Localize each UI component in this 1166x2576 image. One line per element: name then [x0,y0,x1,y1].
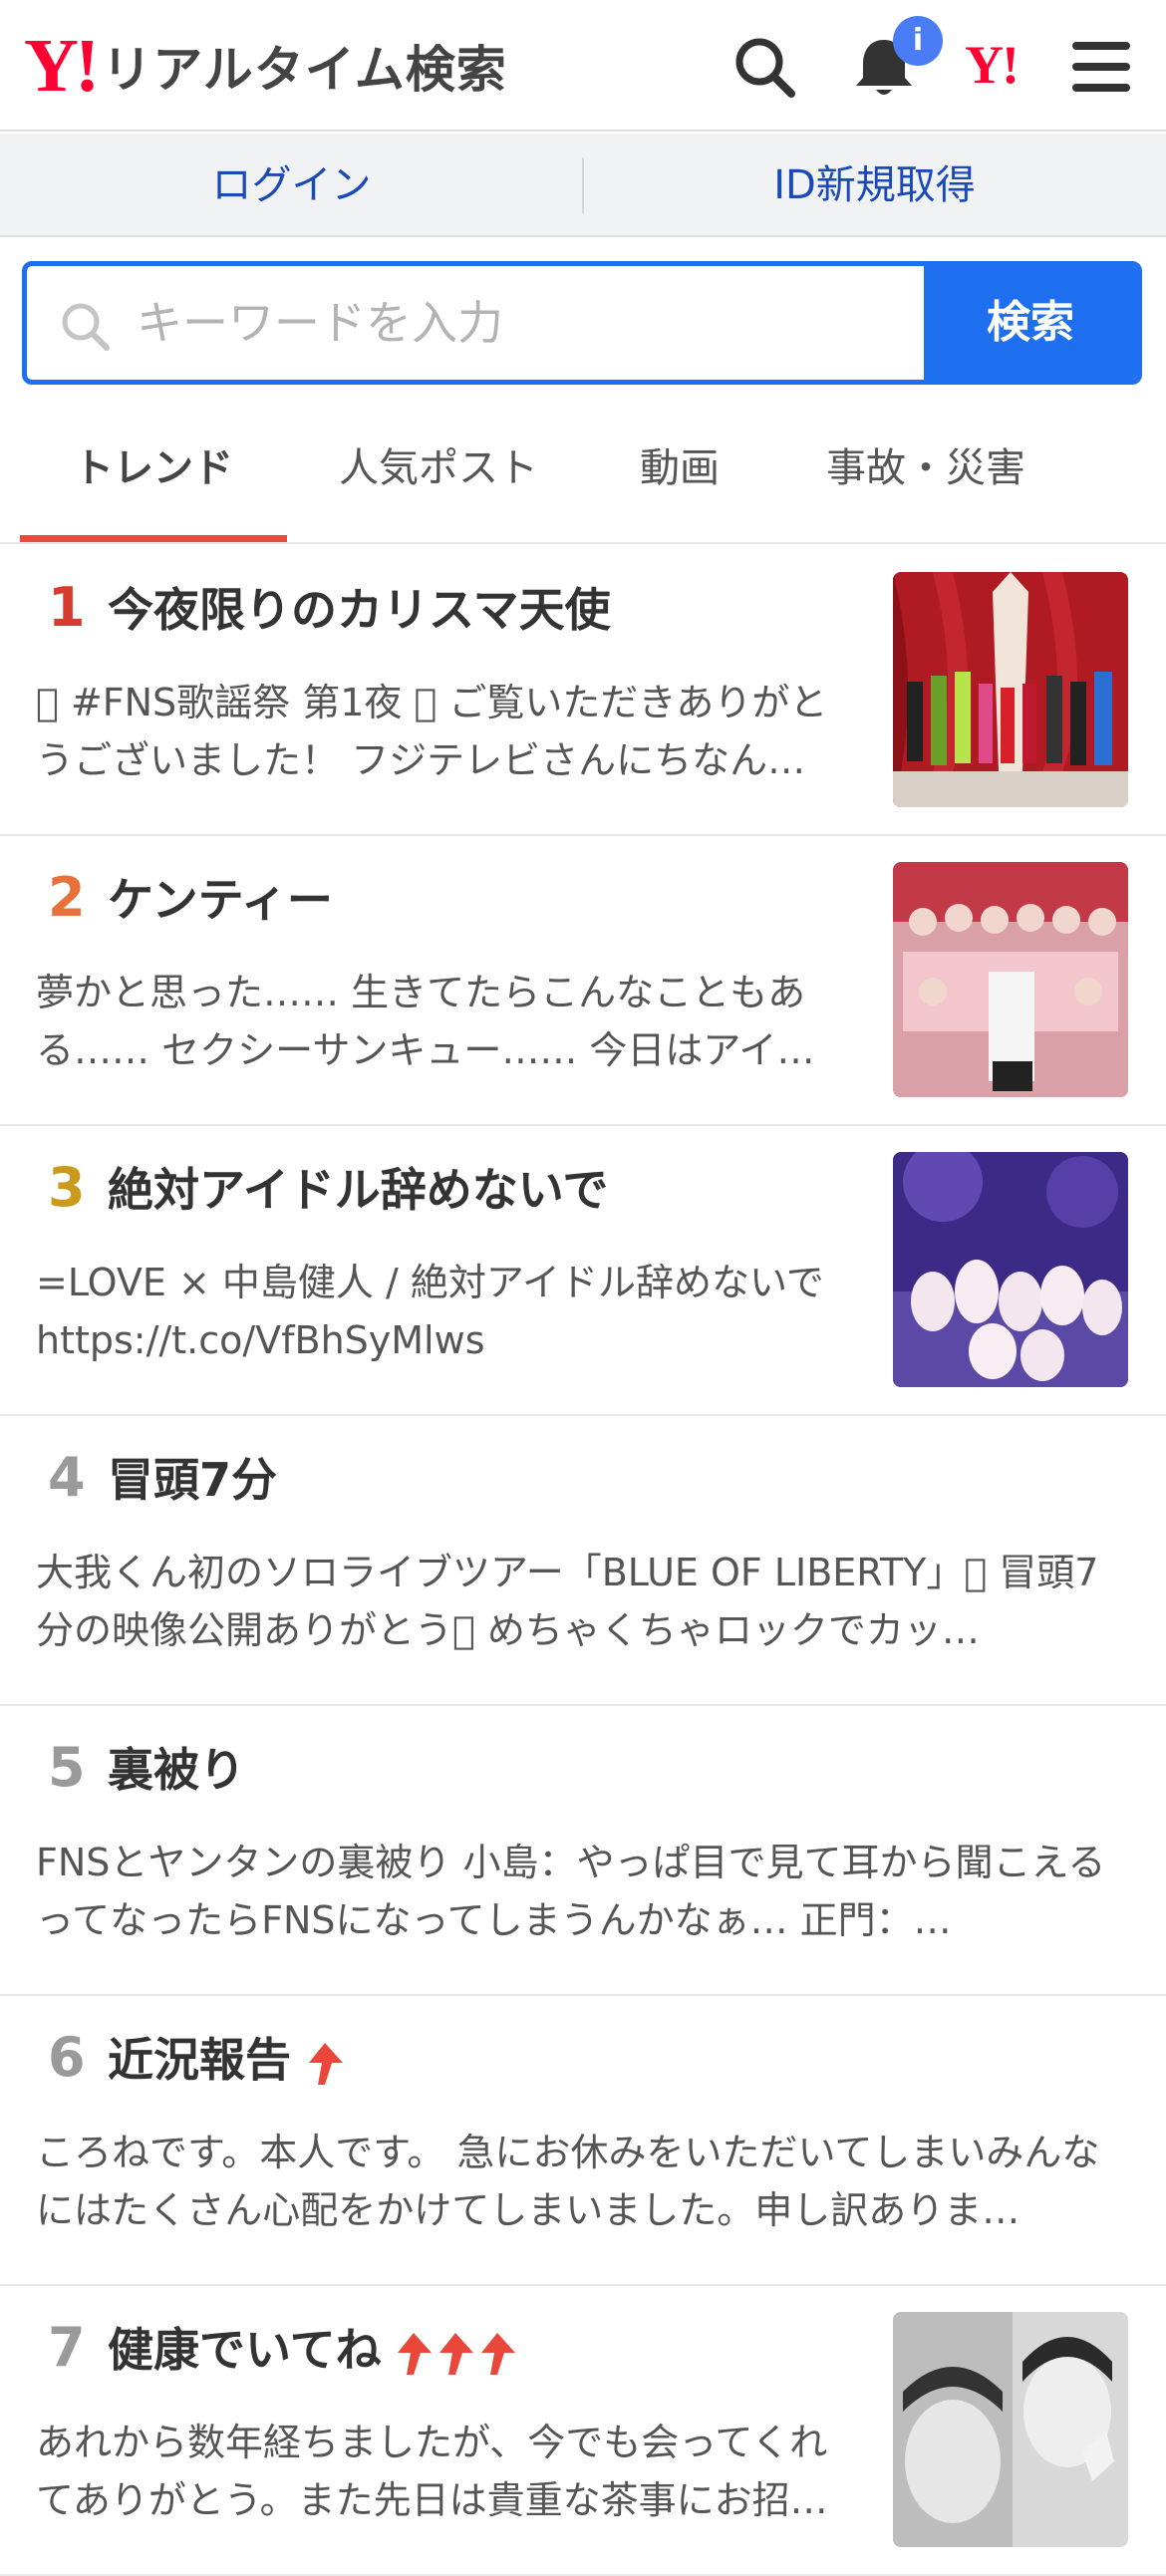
app-header: Y! リアルタイム検索 i Y! [0,0,1166,132]
trend-item[interactable]: 3 絶対アイドル辞めないで =LOVE × 中島健人 / 絶対アイドル辞めないで… [0,1126,1166,1416]
search-icon[interactable] [729,32,799,102]
trend-item[interactable]: 1 今夜限りのカリスマ天使 􀀀 #FNS歌謡祭 第1夜 􀀀 ご覧いただきありがと… [0,546,1166,836]
trend-description: 􀀀 #FNS歌謡祭 第1夜 􀀀 ご覧いただきありがとうございました！ フジテレビ… [36,681,828,782]
category-tabs: トレンド 人気ポスト 動画 事故・災害 [0,419,1166,544]
trend-rank: 3 [48,1156,86,1219]
trend-rank: 1 [48,576,86,639]
trend-description: =LOVE × 中島健人 / 絶対アイドル辞めないで https://t.co/… [36,1261,824,1362]
trend-item[interactable]: 2 ケンティー 夢かと思った…… 生きてたらこんなこともある…… セクシーサンキ… [0,836,1166,1126]
trend-description: FNSとヤンタンの裏被り 小島：やっぱ目で見て耳から聞こえるってなったらFNSに… [36,1841,1106,1942]
search-field-icon [62,303,110,351]
tab-trend[interactable]: トレンド [20,419,287,542]
hamburger-menu-icon[interactable] [1066,32,1136,102]
trend-title: 今夜限りのカリスマ天使 [108,583,611,637]
trend-description: ころねです。本人です。 急にお休みをいただいてしまいみんなにはたくさん心配をかけ… [36,2131,1100,2232]
trend-list: 1 今夜限りのカリスマ天使 􀀀 #FNS歌謡祭 第1夜 􀀀 ご覧いただきありがと… [0,546,1166,2576]
trend-thumbnail[interactable] [893,2312,1128,2547]
trend-title: 近況報告 [108,2030,347,2090]
logo-text: リアルタイム検索 [102,41,507,99]
trend-description: 夢かと思った…… 生きてたらこんなこともある…… セクシーサンキュー…… 今日は… [36,971,815,1072]
yahoo-realtime-logo[interactable]: Y! リアルタイム検索 [24,28,507,104]
tab-accidents-disasters[interactable]: 事故・災害 [801,419,1050,542]
trend-item[interactable]: 4 冒頭7分 大我くん初のソロライブツアー「BLUE OF LIBERTY」􀀀 … [0,1416,1166,1706]
trend-title: ケンティー [108,873,333,927]
search-button[interactable]: 検索 [924,266,1137,380]
tab-videos[interactable]: 動画 [610,419,749,542]
yahoo-japan-icon[interactable]: Y! [965,34,1020,96]
rising-arrow-icon [309,2042,343,2085]
login-link[interactable]: ログイン [0,134,583,237]
trend-title: 冒頭7分 [108,1453,278,1507]
trend-rank: 2 [48,866,86,929]
trend-item[interactable]: 6 近況報告 ころねです。本人です。 急にお休みをいただいてしまいみんなにはたく… [0,1996,1166,2286]
tab-popular-posts[interactable]: 人気ポスト [319,419,558,542]
trend-item[interactable]: 5 裏被り FNSとヤンタンの裏被り 小島：やっぱ目で見て耳から聞こえるってなっ… [0,1706,1166,1996]
notification-badge[interactable]: i [893,16,943,66]
yahoo-logo-mark: Y! [24,24,100,108]
trend-description: 大我くん初のソロライブツアー「BLUE OF LIBERTY」􀀀 冒頭7分の映像… [36,1551,1099,1652]
triple-rising-arrow-icon [397,2332,515,2375]
trend-rank: 7 [48,2316,86,2379]
trend-rank: 4 [48,1446,86,1509]
trend-rank: 6 [48,2026,86,2089]
auth-bar: ログイン ID新規取得 [0,134,1166,237]
trend-thumbnail[interactable] [893,862,1128,1097]
trend-title: 絶対アイドル辞めないで [108,1163,609,1217]
trend-title: 健康でいてね [108,2320,519,2380]
trend-title-text: 近況報告 [108,2033,291,2087]
trend-item[interactable]: 7 健康でいてね あれから数年経ちましたが、今でも会ってくれてありがとう。また先… [0,2286,1166,2576]
trend-description: あれから数年経ちましたが、今でも会ってくれてありがとう。また先日は貴重な茶事にお… [36,2421,828,2522]
trend-title: 裏被り [108,1743,245,1797]
trend-rank: 5 [48,1736,86,1799]
trend-title-text: 健康でいてね [108,2323,382,2377]
search-input[interactable] [137,266,934,380]
signup-link[interactable]: ID新規取得 [583,134,1166,237]
trend-thumbnail[interactable] [893,572,1128,807]
search-bar: 検索 [22,261,1142,385]
trend-thumbnail[interactable] [893,1152,1128,1387]
